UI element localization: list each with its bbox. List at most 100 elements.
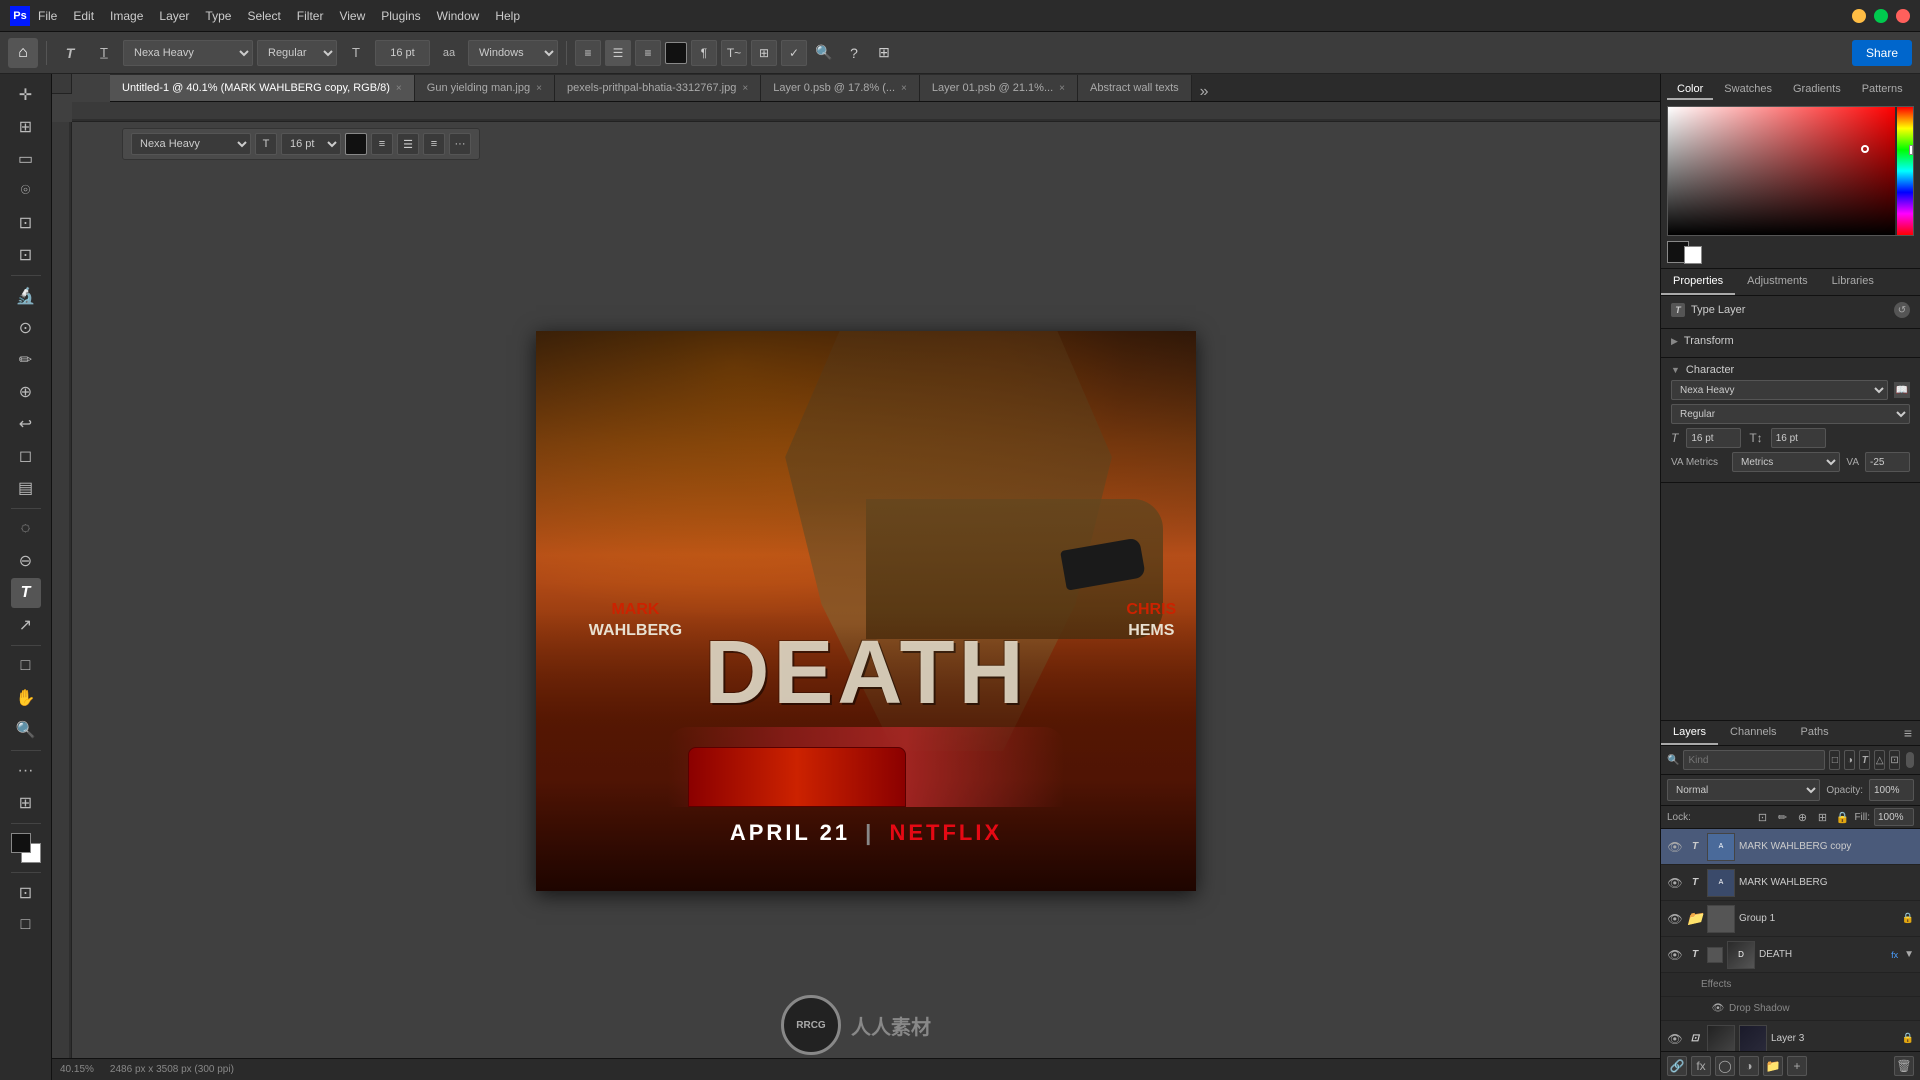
libraries-tab[interactable]: Libraries	[1820, 269, 1886, 295]
patterns-tab[interactable]: Patterns	[1852, 80, 1913, 100]
search-button[interactable]: 🔍	[811, 40, 837, 66]
more-options-button[interactable]: ⊞	[751, 40, 777, 66]
lock-artboard-btn[interactable]: ⊞	[1814, 809, 1830, 825]
layers-panel-menu[interactable]: ≡	[1900, 725, 1916, 741]
adjustments-tab[interactable]: Adjustments	[1735, 269, 1820, 295]
minimize-button[interactable]: −	[1852, 9, 1866, 23]
floating-color-btn[interactable]	[345, 133, 367, 155]
crop-tool[interactable]: ⊡	[11, 240, 41, 270]
type-layer-header[interactable]: T Type Layer ↺	[1671, 302, 1910, 318]
visibility-mark-copy[interactable]: 👁	[1667, 839, 1683, 855]
floating-font-select[interactable]: Nexa Heavy	[131, 133, 251, 155]
eraser-tool[interactable]: ◻	[11, 441, 41, 471]
maximize-button[interactable]: □	[1874, 9, 1888, 23]
props-font-size[interactable]	[1686, 428, 1741, 448]
adjustment-filter[interactable]: ◑	[1844, 750, 1855, 770]
paragraph-button[interactable]: ¶	[691, 40, 717, 66]
home-button[interactable]: ⌂	[8, 38, 38, 68]
visibility-death[interactable]: 👁	[1667, 947, 1683, 963]
tab-untitled[interactable]: Untitled-1 @ 40.1% (MARK WAHLBERG copy, …	[110, 75, 415, 101]
clone-stamp-tool[interactable]: ⊕	[11, 377, 41, 407]
color-spectrum[interactable]	[1667, 106, 1914, 236]
layer-drop-shadow[interactable]: 👁 Drop Shadow	[1661, 997, 1920, 1021]
link-layers-btn[interactable]: 🔗	[1667, 1056, 1687, 1076]
tab-overflow[interactable]: »	[1192, 83, 1217, 101]
smart-filter[interactable]: ⊡	[1889, 750, 1900, 770]
warp-text-icon[interactable]: T̲	[89, 38, 119, 68]
tab-close-layer01[interactable]: ×	[1059, 83, 1065, 94]
share-button[interactable]: Share	[1852, 40, 1912, 66]
props-font-style[interactable]: Regular	[1671, 404, 1910, 424]
menu-file[interactable]: File	[38, 9, 57, 23]
character-header[interactable]: ▼ Character	[1671, 364, 1910, 376]
help-button[interactable]: ?	[841, 40, 867, 66]
quick-mask-tool[interactable]: ⊡	[11, 878, 41, 908]
dodge-tool[interactable]: ⊖	[11, 546, 41, 576]
add-mask-btn[interactable]: ◯	[1715, 1056, 1735, 1076]
menu-window[interactable]: Window	[437, 9, 480, 23]
path-select-tool[interactable]: ↗	[11, 610, 41, 640]
new-adjustment-btn[interactable]: ◑	[1739, 1056, 1759, 1076]
history-brush-tool[interactable]: ↩	[11, 409, 41, 439]
color-tab[interactable]: Color	[1667, 80, 1713, 100]
menu-help[interactable]: Help	[495, 9, 520, 23]
new-group-btn[interactable]: 📁	[1763, 1056, 1783, 1076]
layers-search[interactable]	[1683, 750, 1825, 770]
layer-mark-wahlberg-copy[interactable]: 👁 T A MARK WAHLBERG copy	[1661, 829, 1920, 865]
gradients-tab[interactable]: Gradients	[1783, 80, 1851, 100]
channels-tab[interactable]: Channels	[1718, 721, 1788, 745]
rectangle-tool[interactable]: □	[11, 651, 41, 681]
reset-transform-btn[interactable]: ↺	[1894, 302, 1910, 318]
screen-mode-button[interactable]: □	[11, 910, 41, 940]
cancel-transform-button[interactable]: ✓	[781, 40, 807, 66]
spot-heal-tool[interactable]: ⊙	[11, 313, 41, 343]
fill-input[interactable]: 100%	[1874, 808, 1914, 826]
floating-size-select[interactable]: 16 pt	[281, 133, 341, 155]
artboard-tool[interactable]: ⊞	[11, 112, 41, 142]
extra-tool[interactable]: ⊞	[11, 788, 41, 818]
tab-close-layer0[interactable]: ×	[901, 83, 907, 94]
filter-kind-icon[interactable]: 🔍	[1667, 755, 1679, 766]
props-tracking-select[interactable]: Metrics	[1732, 452, 1840, 472]
hue-bar[interactable]	[1897, 107, 1913, 235]
tab-layer01[interactable]: Layer 01.psb @ 21.1%... ×	[920, 75, 1078, 101]
effect-vis-shadow[interactable]: 👁	[1711, 1002, 1725, 1016]
layers-tab[interactable]: Layers	[1661, 721, 1718, 745]
tab-gun[interactable]: Gun yielding man.jpg ×	[415, 75, 555, 101]
background-color-swatch[interactable]	[1684, 246, 1702, 264]
text-tool-icon[interactable]: T	[55, 38, 85, 68]
lock-all-btn[interactable]: 🔒	[1834, 809, 1850, 825]
menu-filter[interactable]: Filter	[297, 9, 324, 23]
foreground-color[interactable]	[11, 833, 31, 853]
menu-image[interactable]: Image	[110, 9, 143, 23]
layer-death[interactable]: 👁 T D DEATH fx ▼	[1661, 937, 1920, 973]
warp-text-button[interactable]: T~	[721, 40, 747, 66]
gradient-tool[interactable]: ▤	[11, 473, 41, 503]
tab-close-pexels[interactable]: ×	[742, 83, 748, 94]
floating-align-left[interactable]: ≡	[371, 133, 393, 155]
align-right-button[interactable]: ≡	[635, 40, 661, 66]
transform-header[interactable]: ▶ Transform	[1671, 335, 1910, 347]
tab-layer0[interactable]: Layer 0.psb @ 17.8% (... ×	[761, 75, 920, 101]
menu-select[interactable]: Select	[247, 9, 280, 23]
blur-tool[interactable]: ◌	[11, 514, 41, 544]
blend-mode-select[interactable]: Normal	[1667, 779, 1820, 801]
delete-layer-btn[interactable]: 🗑	[1894, 1056, 1914, 1076]
eyedropper-tool[interactable]: 🔬	[11, 281, 41, 311]
align-center-button[interactable]: ☰	[605, 40, 631, 66]
tab-pexels[interactable]: pexels-prithpal-bhatia-3312767.jpg ×	[555, 75, 761, 101]
lock-transparent-btn[interactable]: ⊡	[1754, 809, 1770, 825]
color-swatch-btn[interactable]	[665, 42, 687, 64]
visibility-group1[interactable]: 👁	[1667, 911, 1683, 927]
floating-align-center[interactable]: ☰	[397, 133, 419, 155]
color-picker-area[interactable]	[1668, 107, 1895, 235]
menu-layer[interactable]: Layer	[159, 9, 189, 23]
more-tools[interactable]: ···	[11, 756, 41, 786]
layer-layer3[interactable]: 👁 ⊡ Layer 3 🔒	[1661, 1021, 1920, 1051]
properties-tab[interactable]: Properties	[1661, 269, 1735, 295]
props-font-family[interactable]: Nexa Heavy	[1671, 380, 1888, 400]
paths-tab[interactable]: Paths	[1789, 721, 1841, 745]
object-select-tool[interactable]: ⊡	[11, 208, 41, 238]
menu-plugins[interactable]: Plugins	[381, 9, 420, 23]
layer-mark-wahlberg[interactable]: 👁 T A MARK WAHLBERG	[1661, 865, 1920, 901]
